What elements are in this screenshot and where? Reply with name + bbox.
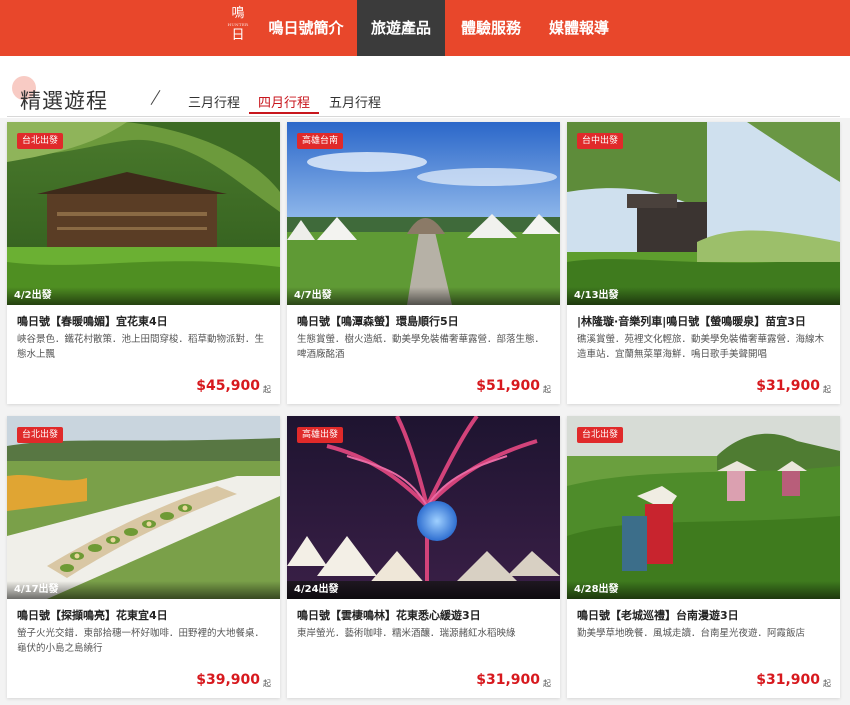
product-price: $45,900 [196, 378, 260, 394]
price-unit: 起 [263, 385, 271, 394]
product-description: 生態賞螢．樹火造紙．動美學免裝備奢華露營．部落生態．啤酒廠酩酒 [297, 334, 545, 360]
price-unit: 起 [263, 679, 271, 688]
brand-logo[interactable]: 鳴 HUNTER 日 [223, 6, 253, 50]
departure-badge: 台中出發 [577, 133, 624, 149]
logo-bottom-char: 日 [231, 28, 245, 43]
product-photo-3[interactable]: 台中出發 4/13出發 [567, 122, 840, 305]
product-title[interactable]: 鳴日號【雲棲鳴林】花東悉心緩遊3日 [297, 607, 557, 623]
product-card-6[interactable]: 台北出發 4/28出發 鳴日號【老城巡禮】台南漫遊3日 勤美學草地晚餐．風城走讀… [567, 416, 840, 698]
product-price: $39,900 [196, 672, 260, 688]
product-title[interactable]: 鳴日號【鳴潭森螢】環島順行5日 [297, 313, 557, 329]
product-description: 螢子火光交錯．東部拾穗一杯好咖啡．田野裡的大地餐桌．龜伏的小島之島繞行 [17, 628, 265, 654]
product-price: $31,900 [756, 378, 820, 394]
section-header: 精選遊程 三月行程 四月行程 五月行程 [0, 56, 850, 118]
header-divider [7, 116, 840, 117]
departure-date: 4/17出發 [7, 581, 280, 599]
logo-small-text: HUNTER [227, 22, 249, 27]
price-unit: 起 [823, 679, 831, 688]
divider-slash [150, 90, 161, 105]
nav-item-about[interactable]: 鳴日號簡介 [257, 0, 355, 56]
product-photo-4[interactable]: 台北出發 4/17出發 [7, 416, 280, 599]
departure-badge: 高雄台南 [297, 133, 344, 149]
nav-item-products[interactable]: 旅遊產品 [357, 0, 445, 56]
product-photo-1[interactable]: 台北出發 4/2出發 [7, 122, 280, 305]
product-title[interactable]: 鳴日號【老城巡禮】台南漫遊3日 [577, 607, 837, 623]
product-description: 礁溪賞螢．苑裡文化輕旅．動美學免裝備奢華露營．海線木造車站．宜蘭無菜單海鮮．鳴日… [577, 334, 825, 360]
price-unit: 起 [543, 385, 551, 394]
tab-march[interactable]: 三月行程 [188, 92, 240, 111]
departure-badge: 台北出發 [577, 427, 624, 443]
page-title: 精選遊程 [20, 89, 108, 113]
departure-date: 4/7出發 [287, 287, 560, 305]
price-unit: 起 [823, 385, 831, 394]
product-photo-2[interactable]: 高雄台南 4/7出發 [287, 122, 560, 305]
nav-item-experience[interactable]: 體驗服務 [447, 0, 535, 56]
departure-date: 4/2出發 [7, 287, 280, 305]
product-photo-5[interactable]: 高雄出發 4/24出發 [287, 416, 560, 599]
product-price: $31,900 [756, 672, 820, 688]
product-card-3[interactable]: 台中出發 4/13出發 |林隆璇·音樂列車|鳴日號【螢鳴暖泉】苗宜3日 礁溪賞螢… [567, 122, 840, 404]
logo-top-char: 鳴 [231, 6, 245, 21]
product-description: 峽谷景色．鐵花村散策．池上田間穿梭．稻草動物派對．生態水上飄 [17, 334, 265, 360]
departure-date: 4/28出發 [567, 581, 840, 599]
top-nav-bar: 鳴 HUNTER 日 鳴日號簡介 旅遊產品 體驗服務 媒體報導 [0, 0, 850, 56]
active-tab-underline [249, 112, 319, 114]
product-price: $31,900 [476, 672, 540, 688]
product-description: 東岸螢光．藝術咖啡．糯米酒釀．瑞源赭紅水稻映綠 [297, 628, 516, 639]
price-unit: 起 [543, 679, 551, 688]
product-price: $51,900 [476, 378, 540, 394]
tab-april[interactable]: 四月行程 [258, 92, 310, 111]
product-title[interactable]: 鳴日號【探擷鳴亮】花東宜4日 [17, 607, 277, 623]
product-title[interactable]: 鳴日號【春暖鳴媚】宜花東4日 [17, 313, 277, 329]
tab-may[interactable]: 五月行程 [329, 92, 381, 111]
departure-badge: 高雄出發 [297, 427, 344, 443]
departure-badge: 台北出發 [17, 427, 64, 443]
departure-date: 4/13出發 [567, 287, 840, 305]
product-photo-6[interactable]: 台北出發 4/28出發 [567, 416, 840, 599]
product-card-5[interactable]: 高雄出發 4/24出發 鳴日號【雲棲鳴林】花東悉心緩遊3日 東岸螢光．藝術咖啡．… [287, 416, 560, 698]
product-card-1[interactable]: 台北出發 4/2出發 鳴日號【春暖鳴媚】宜花東4日 峽谷景色．鐵花村散策．池上田… [7, 122, 280, 404]
product-title[interactable]: |林隆璇·音樂列車|鳴日號【螢鳴暖泉】苗宜3日 [577, 313, 837, 329]
product-description: 勤美學草地晚餐．風城走讀．台南星光夜遊．阿霞飯店 [577, 628, 806, 639]
departure-date: 4/24出發 [287, 581, 560, 599]
product-card-4[interactable]: 台北出發 4/17出發 鳴日號【探擷鳴亮】花東宜4日 螢子火光交錯．東部拾穗一杯… [7, 416, 280, 698]
product-card-2[interactable]: 高雄台南 4/7出發 鳴日號【鳴潭森螢】環島順行5日 生態賞螢．樹火造紙．動美學… [287, 122, 560, 404]
departure-badge: 台北出發 [17, 133, 64, 149]
nav-item-media[interactable]: 媒體報導 [535, 0, 623, 56]
